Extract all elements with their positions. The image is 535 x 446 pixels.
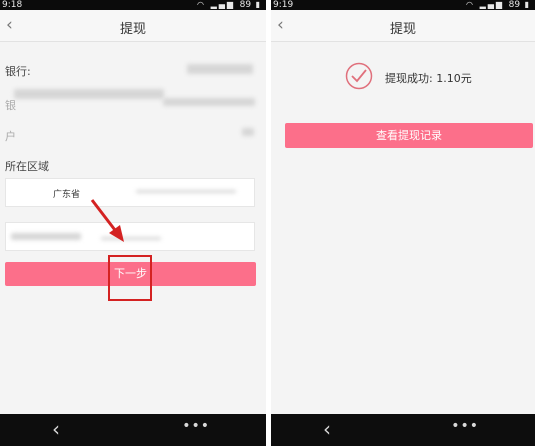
phone-screen-left: 9:18 ◠ ▂▄▆ 89 ▮ ‹ 提现 银行: 银 户 所在区域 广东省 下一… [0,0,266,446]
nav-more-icon[interactable]: ••• [182,418,210,434]
annotation-arrow-icon [90,199,124,242]
phone-screen-right: 9:19 ◠ ▂▄▆ 89 ▮ ‹ 提现 提现成功: 1.10元 查看提现记录 … [271,0,535,446]
status-icons: ◠ ▂▄▆ 89 ▮ [466,0,531,10]
check-circle-icon [345,62,373,90]
success-message: 提现成功: 1.10元 [385,72,472,85]
nav-more-icon[interactable]: ••• [451,418,479,434]
view-records-button[interactable]: 查看提现记录 [285,123,533,148]
status-time: 9:19 [273,0,294,10]
system-nav-bar: ‹ ••• [271,414,535,446]
title-bar: ‹ 提现 [271,10,535,42]
status-bar: 9:19 ◠ ▂▄▆ 89 ▮ [271,0,535,10]
nav-back-icon[interactable]: ‹ [52,417,60,441]
signal-icon: ▂▄▆ [479,0,505,9]
nav-back-icon[interactable]: ‹ [323,417,331,441]
system-nav-bar: ‹ ••• [0,414,266,446]
page-title: 提现 [389,22,416,37]
battery-icon: ▮ [524,0,531,9]
battery-level: 89 [508,0,521,10]
wifi-icon: ◠ [466,0,476,9]
